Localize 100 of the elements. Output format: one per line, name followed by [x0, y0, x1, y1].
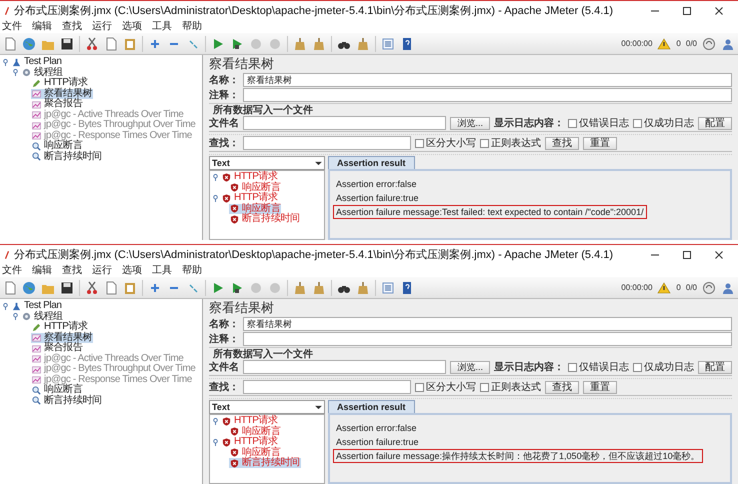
play-icon[interactable] — [230, 36, 244, 50]
tree-item[interactable]: 察看结果树 — [31, 332, 94, 343]
checkbox[interactable]: 仅成功日志 — [633, 360, 694, 374]
tab[interactable]: Assertion result — [328, 400, 415, 413]
close-icon[interactable] — [714, 250, 724, 260]
tree-item[interactable]: 断言持续时间 — [31, 396, 103, 406]
copy-icon[interactable] — [104, 280, 118, 294]
warning-icon[interactable] — [657, 282, 672, 294]
checkbox[interactable]: 正则表达式 — [480, 136, 541, 150]
reset-button[interactable]: 重置 — [583, 136, 617, 150]
menu-item[interactable]: 查找 — [62, 264, 82, 276]
clipboard-icon[interactable] — [123, 280, 137, 294]
warning-icon[interactable] — [657, 38, 672, 50]
renderer-dropdown[interactable]: Text — [209, 400, 325, 414]
play-icon[interactable] — [230, 280, 244, 294]
menu-item[interactable]: 选项 — [122, 264, 142, 276]
checkbox[interactable]: 区分大小写 — [415, 380, 476, 394]
configure-button[interactable]: 配置 — [698, 116, 732, 130]
find-button[interactable]: 查找 — [545, 136, 579, 150]
expander-icon[interactable] — [212, 194, 219, 202]
tree-item[interactable]: 聚合报告 — [31, 99, 84, 110]
filename-field[interactable] — [243, 116, 446, 130]
comment-field[interactable] — [243, 88, 732, 102]
page-icon[interactable] — [3, 36, 17, 50]
tree-item[interactable]: 断言持续时间 — [31, 152, 103, 162]
menu-item[interactable]: 工具 — [152, 264, 172, 276]
menu-item[interactable]: 运行 — [92, 20, 112, 32]
checkbox[interactable]: 仅错误日志 — [568, 360, 629, 374]
search-field[interactable] — [243, 136, 411, 150]
checkbox[interactable]: 区分大小写 — [415, 136, 476, 150]
refresh-icon[interactable] — [702, 36, 716, 50]
name-field[interactable]: 察看结果树 — [243, 317, 732, 331]
globe-icon[interactable] — [22, 280, 36, 294]
expander-icon[interactable] — [212, 418, 219, 425]
user-icon[interactable] — [721, 36, 735, 50]
tree-item[interactable]: 线程组 — [21, 312, 64, 322]
maximize-icon[interactable] — [682, 6, 692, 16]
result-item[interactable]: HTTP请求 — [221, 172, 279, 182]
expander-icon[interactable] — [2, 58, 9, 66]
list-icon[interactable] — [381, 36, 395, 50]
name-field[interactable]: 察看结果树 — [243, 73, 732, 87]
menu-item[interactable]: 帮助 — [182, 20, 202, 32]
expander-icon[interactable] — [12, 313, 19, 320]
help-icon[interactable] — [400, 280, 414, 294]
filename-field[interactable] — [243, 360, 446, 374]
checkbox[interactable]: 仅错误日志 — [568, 116, 629, 130]
checkbox[interactable]: 仅成功日志 — [633, 116, 694, 130]
refresh-icon[interactable] — [702, 280, 716, 294]
menu-item[interactable]: 查找 — [62, 20, 82, 32]
tree-item[interactable]: 线程组 — [21, 68, 64, 78]
reset-button[interactable]: 重置 — [583, 380, 617, 394]
browse-button[interactable]: 浏览... — [450, 116, 490, 130]
comment-field[interactable] — [243, 332, 732, 346]
tree-item[interactable]: HTTP请求 — [31, 322, 89, 332]
menu-item[interactable]: 文件 — [2, 264, 22, 276]
menu-item[interactable]: 运行 — [92, 264, 112, 276]
result-item[interactable]: 响应断言 — [229, 204, 282, 214]
save-icon[interactable] — [60, 36, 74, 50]
help-icon[interactable] — [400, 36, 414, 50]
menu-item[interactable]: 帮助 — [182, 264, 202, 276]
menu-item[interactable]: 选项 — [122, 20, 142, 32]
result-item[interactable]: 断言持续时间 — [229, 458, 301, 468]
page-icon[interactable] — [3, 280, 17, 294]
clipboard-icon[interactable] — [123, 36, 137, 50]
scissors-icon[interactable] — [85, 36, 99, 50]
expander-icon[interactable] — [2, 302, 9, 310]
globe-icon[interactable] — [22, 36, 36, 50]
find-button[interactable]: 查找 — [545, 380, 579, 394]
expander-icon[interactable] — [212, 438, 219, 446]
tree-item[interactable]: Test Plan — [11, 301, 63, 312]
browse-button[interactable]: 浏览... — [450, 360, 490, 374]
checkbox[interactable]: 正则表达式 — [480, 380, 541, 394]
tree-item[interactable]: 聚合报告 — [31, 343, 84, 354]
menu-item[interactable]: 编辑 — [32, 264, 52, 276]
save-icon[interactable] — [60, 280, 74, 294]
expander-icon[interactable] — [212, 174, 219, 181]
menu-item[interactable]: 文件 — [2, 20, 22, 32]
result-item[interactable]: HTTP请求 — [221, 416, 279, 426]
tree-item[interactable]: HTTP请求 — [31, 78, 89, 88]
tab[interactable]: Assertion result — [328, 156, 415, 169]
result-item[interactable]: 断言持续时间 — [229, 214, 301, 224]
tree-item[interactable]: 响应断言 — [31, 141, 84, 152]
copy-icon[interactable] — [104, 36, 118, 50]
result-item[interactable]: 响应断言 — [229, 426, 282, 437]
expander-icon[interactable] — [12, 69, 19, 76]
tree-item[interactable]: Test Plan — [11, 57, 63, 68]
renderer-dropdown[interactable]: Text — [209, 156, 325, 170]
user-icon[interactable] — [721, 280, 735, 294]
scissors-icon[interactable] — [85, 280, 99, 294]
maximize-icon[interactable] — [682, 250, 692, 260]
result-item[interactable]: HTTP请求 — [221, 193, 279, 204]
tree-item[interactable]: 响应断言 — [31, 385, 84, 396]
result-item[interactable]: HTTP请求 — [221, 437, 279, 448]
menu-item[interactable]: 编辑 — [32, 20, 52, 32]
configure-button[interactable]: 配置 — [698, 360, 732, 374]
search-field[interactable] — [243, 380, 411, 394]
menu-item[interactable]: 工具 — [152, 20, 172, 32]
result-item[interactable]: 响应断言 — [229, 448, 282, 458]
result-item[interactable]: 响应断言 — [229, 182, 282, 193]
list-icon[interactable] — [381, 280, 395, 294]
